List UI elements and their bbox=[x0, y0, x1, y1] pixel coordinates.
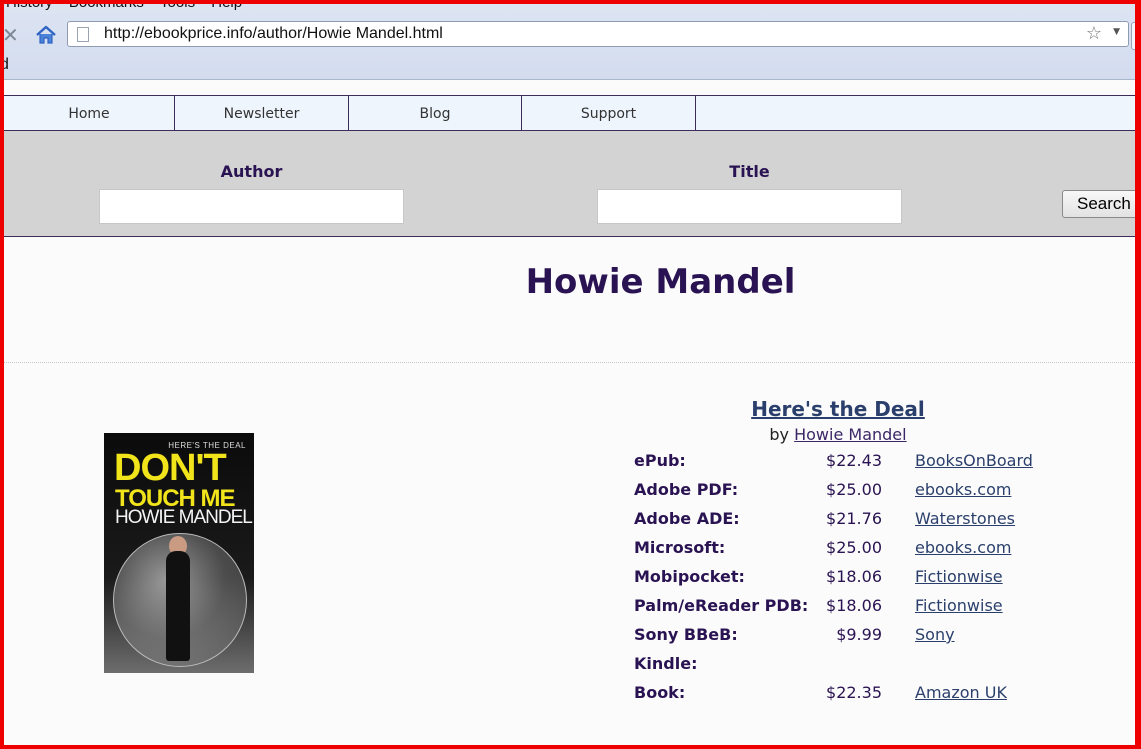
cover-author: HOWIE MANDEL bbox=[115, 507, 253, 528]
format-label: Sony BBeB: bbox=[634, 625, 738, 644]
by-label: by bbox=[769, 425, 790, 444]
search-button[interactable]: Search bbox=[1062, 190, 1141, 218]
window-frame-right bbox=[1135, 0, 1141, 749]
price-value: $22.43 bbox=[826, 451, 882, 470]
nav-support[interactable]: Support bbox=[522, 96, 696, 130]
format-label: Book: bbox=[634, 683, 686, 702]
nav-home[interactable]: Home bbox=[4, 96, 175, 130]
price-value: $18.06 bbox=[826, 567, 882, 586]
format-label: Adobe ADE: bbox=[634, 509, 740, 528]
page-icon bbox=[77, 27, 89, 42]
title-label: Title bbox=[729, 162, 770, 181]
format-label: Kindle: bbox=[634, 654, 698, 673]
nav-blog[interactable]: Blog bbox=[349, 96, 522, 130]
menu-bookmarks[interactable]: Bookmarks bbox=[69, 0, 144, 11]
store-link[interactable]: ebooks.com bbox=[915, 480, 1011, 499]
book-cover-image[interactable]: HERE'S THE DEAL DON'T TOUCH ME HOWIE MAN… bbox=[104, 433, 254, 673]
divider bbox=[4, 362, 1141, 363]
format-label: Mobipocket: bbox=[634, 567, 745, 586]
page-title: Howie Mandel bbox=[525, 262, 796, 302]
price-value: $25.00 bbox=[826, 538, 882, 557]
author-input[interactable] bbox=[99, 189, 404, 224]
home-icon[interactable] bbox=[34, 23, 58, 47]
nav-newsletter[interactable]: Newsletter bbox=[175, 96, 349, 130]
browser-chrome: History Bookmarks Tools Help ✕ http://eb… bbox=[0, 0, 1141, 80]
author-link[interactable]: Howie Mandel bbox=[794, 425, 906, 444]
cover-figure bbox=[166, 551, 190, 661]
format-label: Microsoft: bbox=[634, 538, 726, 557]
store-link[interactable]: Sony bbox=[915, 625, 955, 644]
price-value: $25.00 bbox=[826, 480, 882, 499]
store-link[interactable]: Amazon UK bbox=[915, 683, 1007, 702]
chrome-divider bbox=[0, 79, 1141, 80]
book-title-link[interactable]: Here's the Deal bbox=[751, 397, 925, 421]
browser-navbar: ✕ http://ebookprice.info/author/Howie Ma… bbox=[0, 20, 1141, 50]
address-bar[interactable]: http://ebookprice.info/author/Howie Mand… bbox=[67, 21, 1129, 47]
bookmarks-bar-text: d bbox=[0, 56, 9, 73]
price-value: $21.76 bbox=[826, 509, 882, 528]
menu-tools[interactable]: Tools bbox=[160, 0, 195, 11]
book-byline: by Howie Mandel bbox=[600, 425, 1076, 444]
star-icon[interactable]: ☆ bbox=[1086, 23, 1102, 44]
price-value: $9.99 bbox=[836, 625, 882, 644]
format-label: Adobe PDF: bbox=[634, 480, 739, 499]
menu-history[interactable]: History bbox=[6, 0, 53, 11]
title-input[interactable] bbox=[597, 189, 902, 224]
price-value: $22.35 bbox=[826, 683, 882, 702]
search-panel: Author Title Search bbox=[4, 131, 1141, 237]
format-label: ePub: bbox=[634, 451, 686, 470]
url-text[interactable]: http://ebookprice.info/author/Howie Mand… bbox=[104, 25, 443, 43]
book-title: Here's the Deal bbox=[600, 397, 1076, 421]
store-link[interactable]: Waterstones bbox=[915, 509, 1015, 528]
site-nav: Home Newsletter Blog Support bbox=[4, 95, 1141, 131]
store-link[interactable]: Fictionwise bbox=[915, 567, 1003, 586]
stop-icon[interactable]: ✕ bbox=[2, 23, 19, 47]
browser-menubar: History Bookmarks Tools Help bbox=[0, 0, 254, 14]
cover-title-line1: DON'T bbox=[114, 447, 227, 489]
store-link[interactable]: ebooks.com bbox=[915, 538, 1011, 557]
menu-help[interactable]: Help bbox=[211, 0, 242, 11]
format-label: Palm/eReader PDB: bbox=[634, 596, 809, 615]
price-value: $18.06 bbox=[826, 596, 882, 615]
chevron-down-icon[interactable]: ▼ bbox=[1113, 27, 1120, 37]
author-label: Author bbox=[220, 162, 283, 181]
store-link[interactable]: BooksOnBoard bbox=[915, 451, 1033, 470]
store-link[interactable]: Fictionwise bbox=[915, 596, 1003, 615]
